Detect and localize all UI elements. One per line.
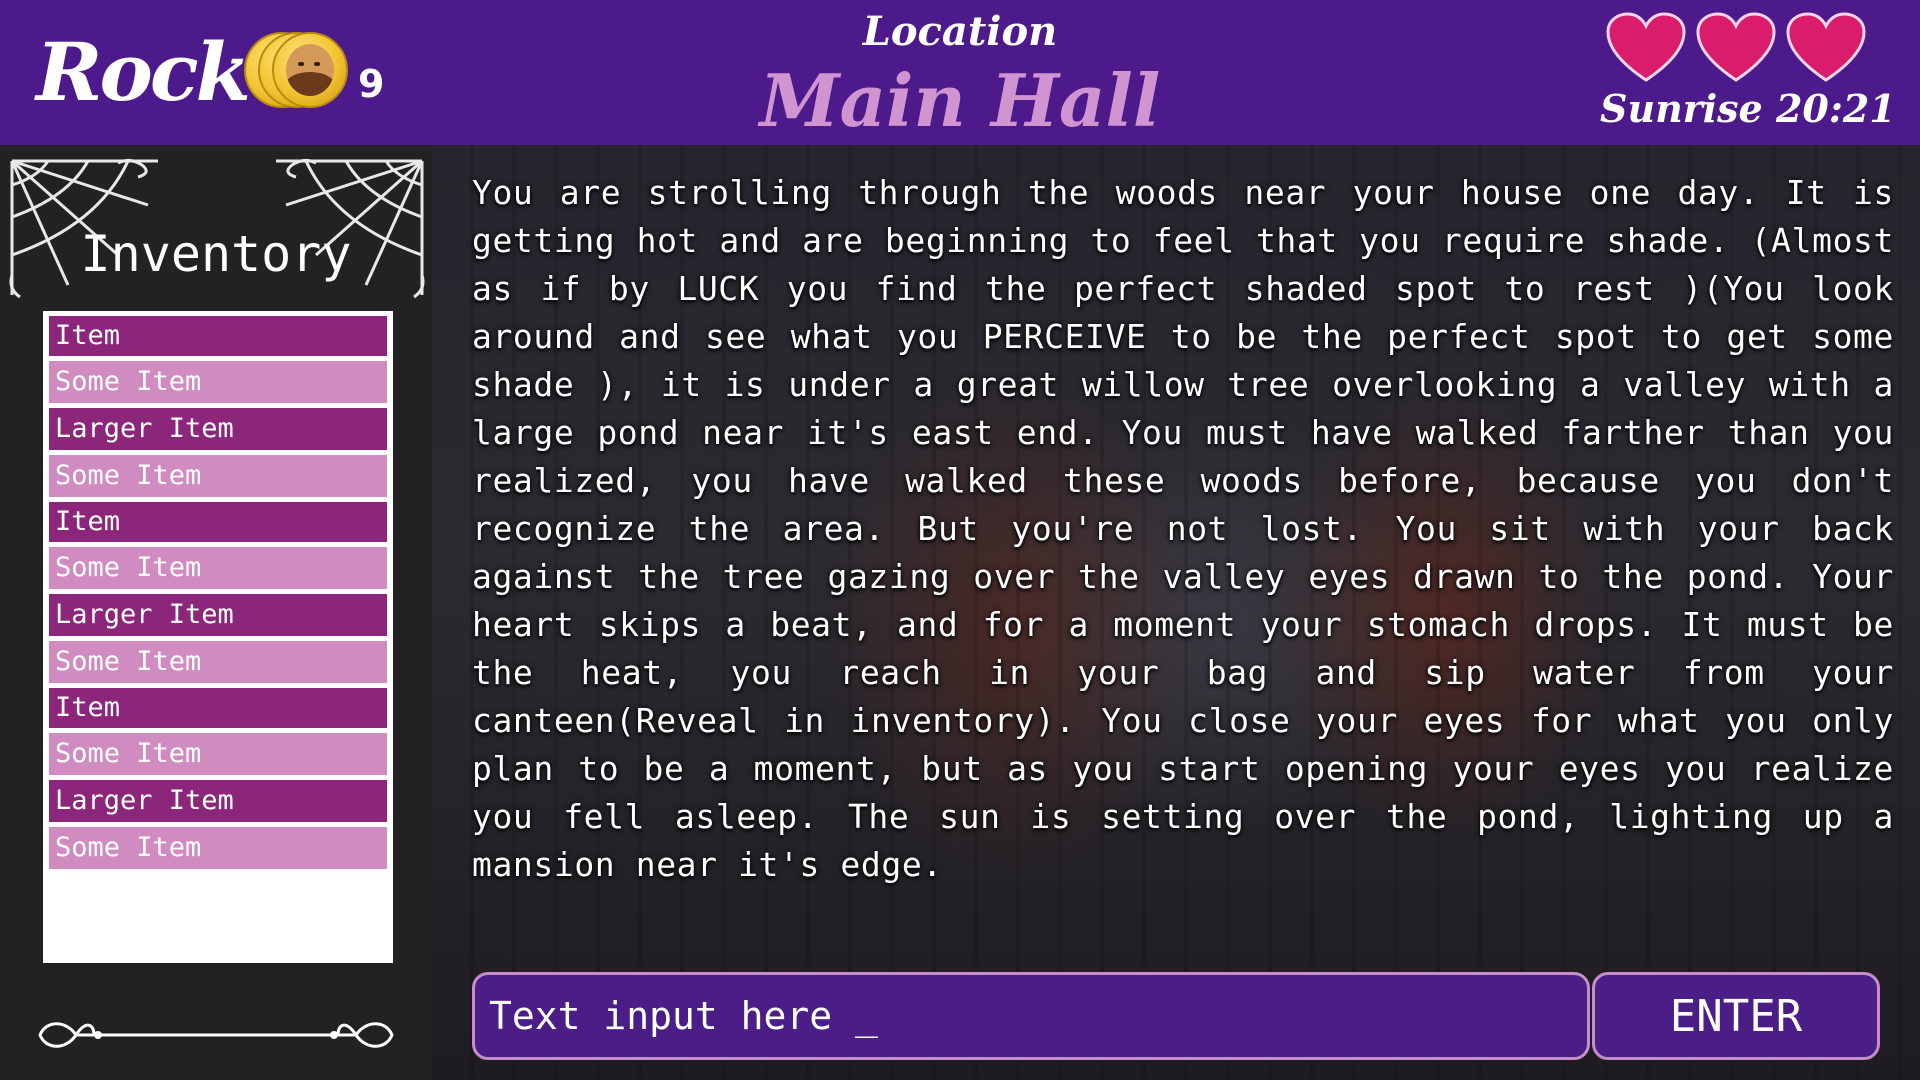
heart-icon — [1606, 12, 1686, 82]
inventory-item[interactable]: Some Item — [49, 361, 387, 403]
enter-button[interactable]: ENTER — [1592, 972, 1880, 1060]
inventory-item[interactable]: Larger Item — [49, 408, 387, 450]
inventory-item[interactable]: Some Item — [49, 641, 387, 683]
top-bar: Rocko 9 Location Main Hall Sunrise 20:21 — [0, 0, 1920, 145]
heart-icon — [1786, 12, 1866, 82]
inventory-item[interactable]: Some Item — [49, 733, 387, 775]
ornament-divider-icon — [38, 1022, 394, 1048]
time-of-day: Sunrise 20:21 — [1600, 86, 1896, 131]
inventory-item[interactable]: Some Item — [49, 455, 387, 497]
inventory-panel: Inventory Item Some Item Larger Item Some I… — [0, 145, 432, 1080]
inventory-item[interactable]: Some Item — [49, 827, 387, 869]
inventory-item[interactable]: Some Item — [49, 547, 387, 589]
inventory-item[interactable]: Item — [49, 688, 387, 728]
inventory-item[interactable]: Item — [49, 502, 387, 542]
lives-indicator — [1606, 12, 1876, 82]
scene-panel: You are strolling through the woods near… — [432, 145, 1920, 1080]
story-text: You are strolling through the woods near… — [472, 173, 1894, 884]
command-input[interactable] — [472, 972, 1590, 1060]
inventory-item[interactable]: Item — [49, 316, 387, 356]
inventory-item[interactable]: Larger Item — [49, 780, 387, 822]
inventory-list: Item Some Item Larger Item Some Item Item Som… — [43, 311, 393, 963]
heart-icon — [1696, 12, 1776, 82]
inventory-item[interactable]: Larger Item — [49, 594, 387, 636]
inventory-title: Inventory — [80, 225, 352, 283]
